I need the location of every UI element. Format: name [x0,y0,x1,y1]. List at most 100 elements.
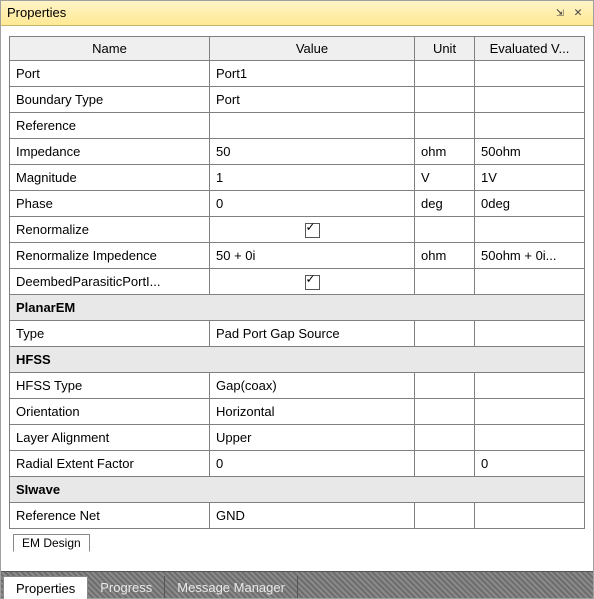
table-row[interactable]: PlanarEM [10,295,585,321]
cell-name: Reference [10,113,210,139]
checkbox-icon[interactable] [305,223,320,238]
cell-name: Reference Net [10,503,210,529]
table-row[interactable]: Phase0deg0deg [10,191,585,217]
cell-unit [415,399,475,425]
cell-unit [415,61,475,87]
table-row[interactable]: PortPort1 [10,61,585,87]
cell-evaluated [475,425,585,451]
cell-name: HFSS Type [10,373,210,399]
table-row[interactable]: Magnitude1V1V [10,165,585,191]
cell-value[interactable] [210,113,415,139]
cell-value[interactable]: 0 [210,451,415,477]
section-header: HFSS [10,347,585,373]
table-row[interactable]: Reference NetGND [10,503,585,529]
properties-panel: Properties ⇲ ✕ Name Value Unit Evaluated… [0,0,594,599]
table-row[interactable]: Reference [10,113,585,139]
properties-grid: Name Value Unit Evaluated V... PortPort1… [9,36,585,529]
pin-icon[interactable]: ⇲ [551,1,569,25]
table-row[interactable]: OrientationHorizontal [10,399,585,425]
tab-em-design[interactable]: EM Design [13,534,90,552]
cell-evaluated [475,373,585,399]
cell-evaluated: 0 [475,451,585,477]
cell-unit [415,269,475,295]
titlebar: Properties ⇲ ✕ [1,1,593,26]
bottom-tabstrip: Properties Progress Message Manager [1,571,593,598]
section-header: PlanarEM [10,295,585,321]
cell-unit: V [415,165,475,191]
cell-evaluated [475,503,585,529]
table-row[interactable]: Renormalize [10,217,585,243]
cell-unit [415,217,475,243]
cell-evaluated [475,61,585,87]
col-unit[interactable]: Unit [415,37,475,61]
cell-unit: deg [415,191,475,217]
cell-name: Radial Extent Factor [10,451,210,477]
cell-evaluated: 1V [475,165,585,191]
cell-unit [415,87,475,113]
cell-name: Phase [10,191,210,217]
cell-evaluated [475,269,585,295]
col-eval[interactable]: Evaluated V... [475,37,585,61]
cell-value[interactable]: Horizontal [210,399,415,425]
cell-value[interactable]: Gap(coax) [210,373,415,399]
cell-value[interactable]: GND [210,503,415,529]
cell-name: Orientation [10,399,210,425]
cell-unit: ohm [415,139,475,165]
cell-evaluated [475,113,585,139]
cell-name: Magnitude [10,165,210,191]
table-row[interactable]: Boundary TypePort [10,87,585,113]
table-row[interactable]: Impedance50ohm50ohm [10,139,585,165]
cell-value[interactable]: 1 [210,165,415,191]
table-row[interactable]: SIwave [10,477,585,503]
cell-unit: ohm [415,243,475,269]
cell-evaluated [475,399,585,425]
cell-unit [415,113,475,139]
section-header: SIwave [10,477,585,503]
cell-unit [415,451,475,477]
cell-unit [415,503,475,529]
cell-value-checkbox[interactable] [210,269,415,295]
table-row[interactable]: HFSS [10,347,585,373]
table-row[interactable]: DeembedParasiticPortI... [10,269,585,295]
cell-name: Boundary Type [10,87,210,113]
tab-message-manager[interactable]: Message Manager [165,576,298,598]
panel-body: Name Value Unit Evaluated V... PortPort1… [1,26,593,571]
cell-evaluated: 50ohm [475,139,585,165]
cell-value[interactable]: Port [210,87,415,113]
cell-name: Renormalize [10,217,210,243]
panel-title: Properties [7,1,551,25]
tab-progress[interactable]: Progress [88,576,165,598]
cell-name: Impedance [10,139,210,165]
table-row[interactable]: HFSS TypeGap(coax) [10,373,585,399]
table-row[interactable]: Radial Extent Factor00 [10,451,585,477]
close-icon[interactable]: ✕ [569,1,587,25]
table-row[interactable]: TypePad Port Gap Source [10,321,585,347]
cell-value[interactable]: 50 [210,139,415,165]
cell-name: DeembedParasiticPortI... [10,269,210,295]
cell-unit [415,321,475,347]
table-row[interactable]: Renormalize Impedence50 + 0iohm50ohm + 0… [10,243,585,269]
col-name[interactable]: Name [10,37,210,61]
cell-value[interactable]: Upper [210,425,415,451]
inner-tabstrip: EM Design [13,533,585,553]
cell-evaluated [475,321,585,347]
table-row[interactable]: Layer AlignmentUpper [10,425,585,451]
cell-evaluated [475,87,585,113]
cell-value[interactable]: 0 [210,191,415,217]
cell-name: Renormalize Impedence [10,243,210,269]
cell-evaluated: 50ohm + 0i... [475,243,585,269]
tab-properties[interactable]: Properties [3,576,88,599]
cell-value[interactable]: Port1 [210,61,415,87]
cell-value-checkbox[interactable] [210,217,415,243]
cell-unit [415,373,475,399]
cell-name: Port [10,61,210,87]
cell-value[interactable]: Pad Port Gap Source [210,321,415,347]
col-value[interactable]: Value [210,37,415,61]
cell-evaluated: 0deg [475,191,585,217]
cell-name: Layer Alignment [10,425,210,451]
checkbox-icon[interactable] [305,275,320,290]
cell-value[interactable]: 50 + 0i [210,243,415,269]
cell-evaluated [475,217,585,243]
cell-name: Type [10,321,210,347]
cell-unit [415,425,475,451]
